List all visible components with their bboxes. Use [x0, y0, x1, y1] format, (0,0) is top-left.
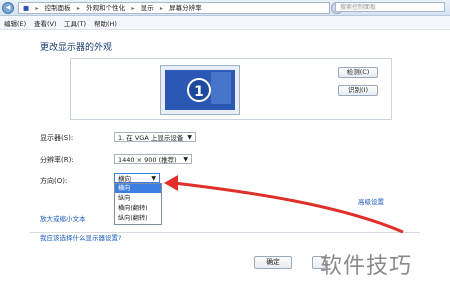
arrow-head-icon	[164, 175, 178, 191]
watermark: 软件技巧	[320, 254, 413, 279]
arrow-shaft	[173, 181, 404, 234]
